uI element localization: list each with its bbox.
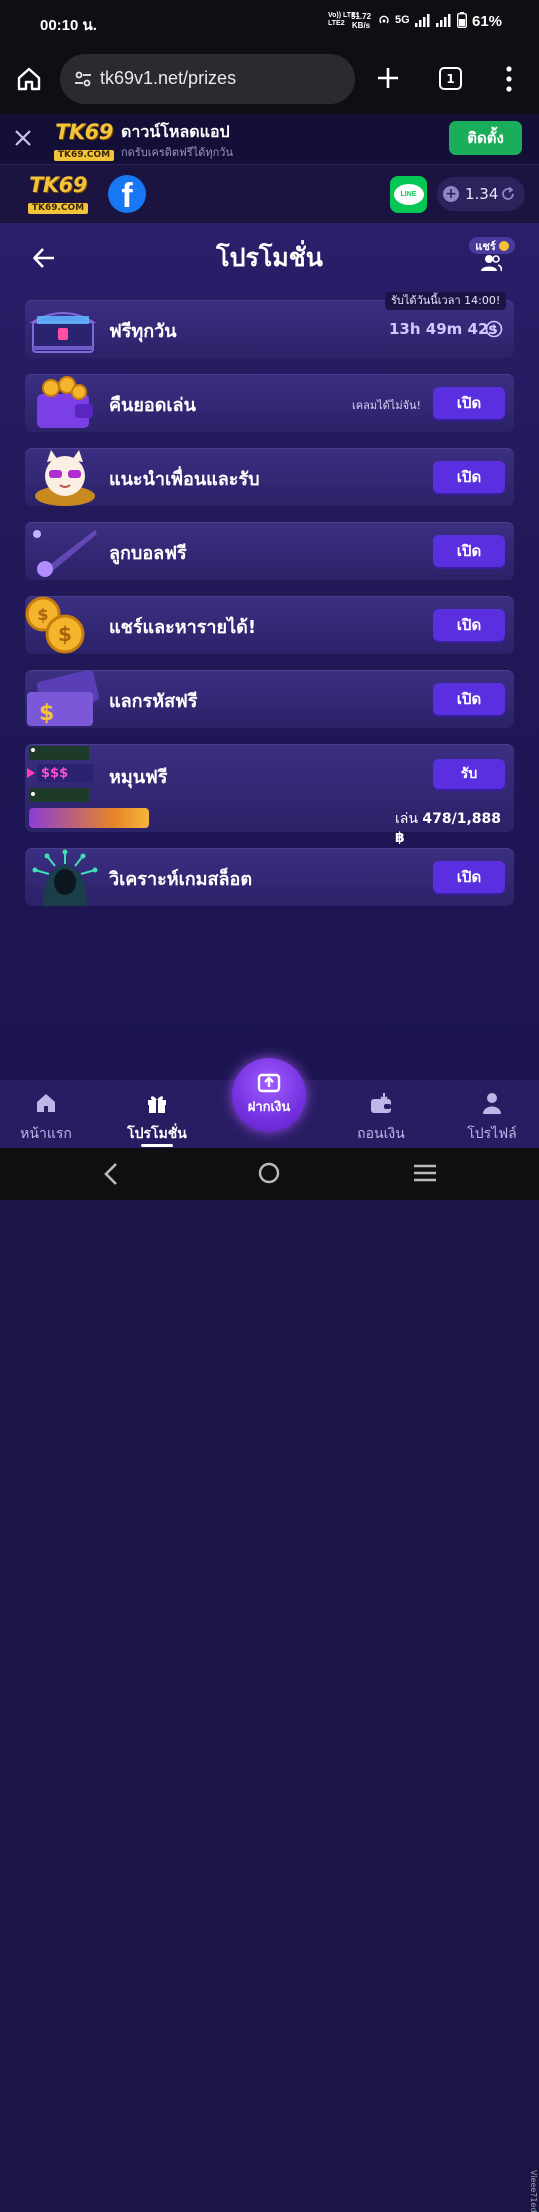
nav-home[interactable]: หน้าแรก <box>6 1092 86 1145</box>
promo-refer-friend[interactable]: แนะนำเพื่อนและรับ เปิด <box>25 448 514 506</box>
new-tab-icon[interactable] <box>376 66 400 90</box>
coin-icon <box>498 240 509 251</box>
signal-icon <box>414 13 430 27</box>
treasure-chest-icon <box>25 300 105 358</box>
promo-slot-analysis[interactable]: วิเคราะห์เกมสล็อต เปิด <box>25 848 514 906</box>
open-button[interactable]: เปิด <box>433 683 505 715</box>
balance-pill: + 1.34 <box>437 177 525 211</box>
back-icon[interactable] <box>103 1162 119 1186</box>
home-icon[interactable] <box>16 66 42 92</box>
battery-icon <box>456 12 467 28</box>
open-button[interactable]: เปิด <box>433 609 505 641</box>
play-progress: เล่น 478/1,888 ฿ <box>395 811 502 846</box>
system-navigation-bar <box>0 1148 539 1200</box>
more-menu-icon[interactable] <box>503 65 515 93</box>
signal-icon-2 <box>435 13 451 27</box>
open-button[interactable]: เปิด <box>433 387 505 419</box>
app-logo: TK69 TK69.COM <box>53 120 115 161</box>
promo-label: วิเคราะห์เกมสล็อต <box>109 869 253 890</box>
battery-percent: 61% <box>472 13 503 30</box>
balance-value: 1.34 <box>465 185 499 203</box>
tab-switcher-button[interactable]: 1 <box>439 67 462 90</box>
gold-coins-icon: $ $ <box>25 596 105 654</box>
promo-label: แชร์และหารายได้! <box>109 617 257 638</box>
voucher-ticket-icon: $ <box>25 670 105 728</box>
users-icon[interactable] <box>480 254 502 272</box>
open-button[interactable]: เปิด <box>433 535 505 567</box>
lucky-cat-icon <box>25 448 105 506</box>
network-type: 5G <box>395 14 410 26</box>
banner-title: ดาวน์โหลดแอป <box>121 122 230 141</box>
countdown-timer: 13h 49m 42s <box>389 320 498 338</box>
slot-text: $$$ <box>41 766 69 781</box>
close-icon[interactable] <box>13 128 33 148</box>
nav-promotions[interactable]: โปรโมชั่น <box>117 1092 197 1145</box>
promo-free-ball[interactable]: ลูกบอลฟรี เปิด <box>25 522 514 580</box>
share-badge[interactable]: แชร์ <box>469 237 515 254</box>
promo-redeem-code[interactable]: $ แลกรหัสฟรี เปิด <box>25 670 514 728</box>
gift-icon <box>148 1096 166 1113</box>
add-funds-icon[interactable]: + <box>443 186 459 202</box>
wallet-icon <box>25 374 105 432</box>
user-icon <box>483 1093 501 1114</box>
nav-withdraw[interactable]: ถอนเงิน <box>341 1092 421 1145</box>
comet-ball-icon <box>25 522 105 580</box>
slot-machine-icon: $$$ <box>25 744 105 804</box>
promo-label: คืนยอดเล่น <box>109 395 196 416</box>
site-logo[interactable]: TK69 TK69.COM <box>24 175 92 214</box>
recent-apps-icon[interactable] <box>413 1164 437 1182</box>
wallet-download-icon <box>371 1093 391 1113</box>
promo-note: เคลมได้ไม่จัน! <box>352 399 421 412</box>
deposit-button[interactable]: ฝากเงิน <box>232 1058 306 1132</box>
promo-label: ฟรีทุกวัน <box>109 321 177 342</box>
active-tab-indicator <box>141 1144 173 1147</box>
home-circle-icon[interactable] <box>258 1162 280 1184</box>
deposit-icon <box>257 1073 281 1093</box>
browser-toolbar: tk69v1.net/prizes 1 <box>0 44 539 114</box>
play-progress-bar <box>29 808 149 828</box>
install-button[interactable]: ติดตั้ง <box>449 121 522 155</box>
open-button[interactable]: เปิด <box>433 861 505 893</box>
claim-button[interactable]: รับ <box>433 759 505 789</box>
clock-icon <box>485 320 503 338</box>
promo-free-spin[interactable]: $$$ หมุนฟรี รับ เล่น 478/1,888 ฿ <box>25 744 514 846</box>
open-button[interactable]: เปิด <box>433 461 505 493</box>
app-download-banner: TK69 TK69.COM ดาวน์โหลดแอป กดรับเครดิตฟร… <box>0 114 539 165</box>
svg-text:$: $ <box>58 622 72 646</box>
page-title: โปรโมชั่น <box>216 243 323 272</box>
promo-label: แนะนำเพื่อนและรับ <box>109 469 260 490</box>
data-speed: 51.72 KB/s <box>351 12 372 30</box>
url-text[interactable]: tk69v1.net/prizes <box>100 68 236 89</box>
site-settings-icon[interactable] <box>73 69 93 89</box>
banner-subtitle: กดรับเครดิตฟรีได้ทุกวัน <box>121 146 233 159</box>
hotspot-icon <box>379 15 389 24</box>
claim-time-tag: รับได้วันนี้เวลา 14:00! <box>385 292 507 310</box>
refresh-icon[interactable] <box>500 186 516 202</box>
hacker-icon <box>25 848 105 906</box>
home-icon <box>37 1094 55 1112</box>
nav-profile[interactable]: โปรไฟล์ <box>452 1092 532 1145</box>
promo-share-earn[interactable]: $ $ แชร์และหารายได้! เปิด <box>25 596 514 654</box>
side-badge: Vieee71ed <box>529 2170 538 2212</box>
status-time: 00:10 น. <box>40 17 97 34</box>
promo-cashback[interactable]: คืนยอดเล่น เคลมได้ไม่จัน! เปิด <box>25 374 514 432</box>
promo-label: หมุนฟรี <box>109 767 168 788</box>
line-icon[interactable]: LINE <box>390 176 427 213</box>
status-bar: 00:10 น. Vo)) LTE1 LTE2 51.72 KB/s 5G 61… <box>0 0 539 44</box>
site-header: TK69 TK69.COM f LINE + 1.34 <box>0 165 539 224</box>
promo-label: แลกรหัสฟรี <box>109 691 198 712</box>
svg-text:$: $ <box>37 605 48 624</box>
svg-text:$: $ <box>39 701 54 726</box>
promo-daily-free[interactable]: ฟรีทุกวัน รับได้วันนี้เวลา 14:00! 13h 49… <box>25 292 514 358</box>
facebook-icon[interactable]: f <box>108 175 146 213</box>
address-bar[interactable]: tk69v1.net/prizes <box>60 54 355 104</box>
status-icons: 5G <box>378 12 467 28</box>
promo-label: ลูกบอลฟรี <box>109 543 187 564</box>
